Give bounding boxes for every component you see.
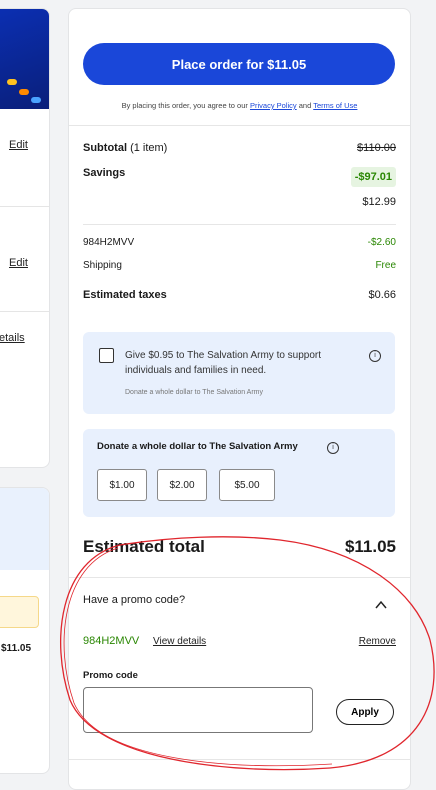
view-details-link[interactable]: View details	[153, 636, 206, 647]
promo-discount: -$2.60	[367, 237, 396, 248]
donate-amount-button[interactable]: $2.00	[157, 469, 207, 501]
applied-promo-code: 984H2MVV	[83, 635, 140, 647]
divider	[83, 224, 396, 225]
divider	[69, 577, 410, 578]
donate-title: Donate a whole dollar to The Salvation A…	[97, 441, 298, 452]
divider	[0, 311, 49, 312]
info-icon[interactable]: i	[369, 350, 381, 362]
savings-badge: -$97.01	[350, 167, 396, 187]
info-icon[interactable]: i	[327, 442, 339, 454]
subtotal-items: (1 item)	[130, 142, 168, 154]
left-card-header	[0, 488, 49, 570]
divider	[0, 206, 49, 207]
promo-code-line: 984H2MVV	[83, 237, 135, 248]
privacy-policy-link[interactable]: Privacy Policy	[250, 101, 297, 110]
subtotal-row: Subtotal (1 item) $110.00	[83, 142, 396, 154]
donation-text: Give $0.95 to The Salvation Army to supp…	[125, 350, 322, 376]
subtotal-value: $110.00	[357, 142, 396, 154]
savings-row: Savings -$97.01	[83, 167, 396, 187]
order-summary-card: Place order for $11.05 By placing this o…	[68, 8, 411, 790]
shipping-row: Shipping Free	[83, 260, 396, 271]
taxes-row: Estimated taxes $0.66	[83, 289, 396, 301]
left-banner-image	[0, 9, 49, 109]
donation-subtext: Donate a whole dollar to The Salvation A…	[125, 389, 264, 396]
edit-link[interactable]: Edit	[9, 139, 28, 151]
divider	[69, 125, 410, 126]
estimated-total-value: $11.05	[344, 537, 396, 556]
banner-decoration	[19, 89, 29, 95]
shipping-label: Shipping	[83, 260, 122, 271]
banner-decoration	[7, 79, 17, 85]
round-up-donation-box: Give $0.95 to The Salvation Army to supp…	[83, 332, 395, 414]
agreement-and: and	[298, 101, 312, 110]
donation-checkbox[interactable]	[99, 348, 114, 363]
estimated-total-label: Estimated total	[83, 537, 205, 556]
subtotal-label-text: Subtotal	[83, 142, 127, 154]
remove-promo-link[interactable]: Remove	[359, 636, 396, 647]
donate-amount-button[interactable]: $5.00	[219, 469, 275, 501]
terms-of-use-link[interactable]: Terms of Use	[313, 101, 357, 110]
details-link[interactable]: etails	[0, 332, 25, 344]
edit-link[interactable]: Edit	[9, 257, 28, 269]
agreement-prefix: By placing this order, you agree to our	[121, 101, 248, 110]
divider	[69, 759, 410, 760]
shipping-value: Free	[375, 260, 396, 271]
savings-label: Savings	[83, 167, 126, 179]
agreement-text: By placing this order, you agree to our …	[69, 101, 410, 110]
left-price: $11.05	[1, 643, 32, 654]
promo-discount-row: 984H2MVV -$2.60	[83, 237, 396, 248]
left-items-card: $11.05	[0, 487, 50, 774]
discounted-subtotal-row: $12.99	[83, 196, 396, 208]
apply-button[interactable]: Apply	[336, 699, 394, 725]
donate-amount-button[interactable]: $1.00	[97, 469, 147, 501]
place-order-button[interactable]: Place order for $11.05	[83, 43, 395, 85]
discounted-subtotal: $12.99	[362, 196, 396, 208]
taxes-label: Estimated taxes	[83, 289, 167, 301]
left-shipping-card: Edit Edit etails	[0, 8, 50, 468]
taxes-value: $0.66	[368, 289, 396, 301]
left-notice-box	[0, 596, 39, 628]
estimated-total-row: Estimated total $11.05	[83, 537, 396, 557]
promo-code-label: Promo code	[83, 670, 138, 681]
whole-dollar-donation-box: Donate a whole dollar to The Salvation A…	[83, 429, 395, 517]
subtotal-label: Subtotal (1 item)	[83, 142, 167, 154]
chevron-up-icon[interactable]	[375, 599, 387, 611]
promo-question[interactable]: Have a promo code?	[83, 594, 185, 606]
banner-decoration	[31, 97, 41, 103]
promo-code-input[interactable]	[83, 687, 313, 733]
